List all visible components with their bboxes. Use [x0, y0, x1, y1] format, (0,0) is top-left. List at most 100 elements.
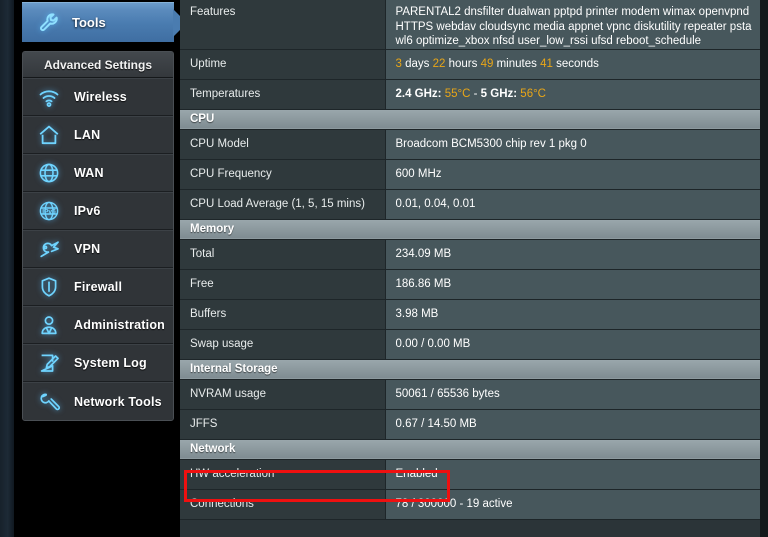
row-value: 3.98 MB — [385, 299, 760, 329]
sidebar-tab-tools-label: Tools — [72, 15, 106, 30]
system-info-panel: Features PARENTAL2 dnsfilter dualwan ppt… — [180, 0, 768, 537]
sidebar-item-wireless[interactable]: Wireless — [23, 78, 173, 116]
uptime-days: 3 — [396, 58, 402, 70]
svg-text:IPv6: IPv6 — [42, 208, 56, 215]
row-value: Broadcom BCM5300 chip rev 1 pkg 0 — [385, 129, 760, 159]
uptime-seconds-unit: seconds — [556, 58, 599, 70]
section-title: CPU — [180, 109, 760, 129]
sidebar-item-wan[interactable]: WAN — [23, 154, 173, 192]
temp-24-label: 2.4 GHz: — [396, 88, 442, 100]
sidebar-item-label: Network Tools — [74, 395, 162, 409]
row-value: 0.00 / 0.00 MB — [385, 329, 760, 359]
row-key: CPU Load Average (1, 5, 15 mins) — [180, 189, 385, 219]
table-row: NVRAM usage 50061 / 65536 bytes — [180, 379, 760, 409]
section-header-cpu: CPU — [180, 109, 760, 129]
table-row: JFFS 0.67 / 14.50 MB — [180, 409, 760, 439]
uptime-hours: 22 — [433, 58, 446, 70]
row-value: 0.01, 0.04, 0.01 — [385, 189, 760, 219]
section-header-internal-storage: Internal Storage — [180, 359, 760, 379]
section-title: Internal Storage — [180, 359, 760, 379]
row-key: HW acceleration — [180, 459, 385, 489]
row-value: 2.4 GHz: 55°C - 5 GHz: 56°C — [385, 79, 760, 109]
table-row: Swap usage 0.00 / 0.00 MB — [180, 329, 760, 359]
row-key: Total — [180, 239, 385, 269]
advanced-settings-title: Advanced Settings — [23, 52, 173, 78]
sidebar-item-firewall[interactable]: Firewall — [23, 268, 173, 306]
row-value: PARENTAL2 dnsfilter dualwan pptpd printe… — [396, 5, 761, 49]
sidebar-item-label: System Log — [74, 356, 147, 370]
sidebar: Tools Advanced Settings Wireless — [22, 0, 174, 421]
notepad-pencil-icon — [37, 351, 61, 375]
row-key: NVRAM usage — [180, 379, 385, 409]
uptime-minutes-unit: minutes — [497, 58, 537, 70]
sidebar-item-label: Administration — [74, 318, 165, 332]
sidebar-item-network-tools[interactable]: Network Tools — [23, 382, 173, 420]
page-left-edge — [0, 0, 14, 537]
globe-icon — [37, 161, 61, 185]
row-key: CPU Model — [180, 129, 385, 159]
section-title: Memory — [180, 219, 760, 239]
advanced-settings-panel: Advanced Settings Wireless — [22, 51, 174, 421]
table-row-hw-acceleration: HW acceleration Enabled — [180, 459, 760, 489]
uptime-hours-unit: hours — [449, 58, 478, 70]
uptime-days-unit: days — [405, 58, 429, 70]
user-icon — [37, 313, 61, 337]
wifi-icon — [37, 85, 61, 109]
sidebar-item-administration[interactable]: Administration — [23, 306, 173, 344]
table-row: Buffers 3.98 MB — [180, 299, 760, 329]
vpn-key-icon — [37, 237, 61, 261]
router-admin-screen: Tools Advanced Settings Wireless — [0, 0, 768, 537]
table-row-temperatures: Temperatures 2.4 GHz: 55°C - 5 GHz: 56°C — [180, 79, 760, 109]
row-value: 600 MHz — [385, 159, 760, 189]
temp-separator: - — [474, 88, 478, 100]
system-info-table: Features PARENTAL2 dnsfilter dualwan ppt… — [180, 0, 760, 520]
table-row-uptime: Uptime 3 days 22 hours 49 minutes 41 sec… — [180, 49, 760, 79]
row-value: 78 / 300000 - 19 active — [385, 489, 760, 519]
sidebar-item-label: Wireless — [74, 90, 127, 104]
row-key: Buffers — [180, 299, 385, 329]
table-row: CPU Model Broadcom BCM5300 chip rev 1 pk… — [180, 129, 760, 159]
ipv6-globe-icon: IPv6 — [37, 199, 61, 223]
shield-icon — [37, 275, 61, 299]
temp-5-label: 5 GHz: — [481, 88, 517, 100]
row-key: Uptime — [180, 49, 385, 79]
row-value: 234.09 MB — [385, 239, 760, 269]
sidebar-tab-tools[interactable]: Tools — [22, 2, 174, 42]
table-row-features: Features PARENTAL2 dnsfilter dualwan ppt… — [180, 0, 760, 49]
sidebar-item-label: LAN — [74, 128, 100, 142]
row-value: 0.67 / 14.50 MB — [385, 409, 760, 439]
wrench-icon — [38, 11, 62, 35]
sidebar-item-lan[interactable]: LAN — [23, 116, 173, 154]
section-title: Network — [180, 439, 760, 459]
sidebar-item-system-log[interactable]: System Log — [23, 344, 173, 382]
table-row-connections: Connections 78 / 300000 - 19 active — [180, 489, 760, 519]
temp-5-value: 56°C — [520, 88, 546, 100]
page-left-gap — [14, 0, 22, 537]
sidebar-item-label: VPN — [74, 242, 100, 256]
row-value: 186.86 MB — [385, 269, 760, 299]
section-header-network: Network — [180, 439, 760, 459]
sidebar-item-label: WAN — [74, 166, 104, 180]
table-row: Total 234.09 MB — [180, 239, 760, 269]
sidebar-item-ipv6[interactable]: IPv6 IPv6 — [23, 192, 173, 230]
sidebar-item-label: IPv6 — [74, 204, 101, 218]
row-key: JFFS — [180, 409, 385, 439]
row-key: Free — [180, 269, 385, 299]
row-key: Temperatures — [180, 79, 385, 109]
table-row: CPU Load Average (1, 5, 15 mins) 0.01, 0… — [180, 189, 760, 219]
home-icon — [37, 123, 61, 147]
row-value: 3 days 22 hours 49 minutes 41 seconds — [385, 49, 760, 79]
table-row: Free 186.86 MB — [180, 269, 760, 299]
temp-24-value: 55°C — [445, 88, 471, 100]
wrench-network-icon — [37, 390, 61, 414]
row-key: Swap usage — [180, 329, 385, 359]
table-right-gutter — [760, 0, 768, 537]
row-value: 50061 / 65536 bytes — [385, 379, 760, 409]
row-key: Features — [180, 0, 385, 49]
row-value: Enabled — [385, 459, 760, 489]
sidebar-item-vpn[interactable]: VPN — [23, 230, 173, 268]
table-row: CPU Frequency 600 MHz — [180, 159, 760, 189]
sidebar-item-label: Firewall — [74, 280, 122, 294]
uptime-minutes: 49 — [481, 58, 494, 70]
row-key: CPU Frequency — [180, 159, 385, 189]
